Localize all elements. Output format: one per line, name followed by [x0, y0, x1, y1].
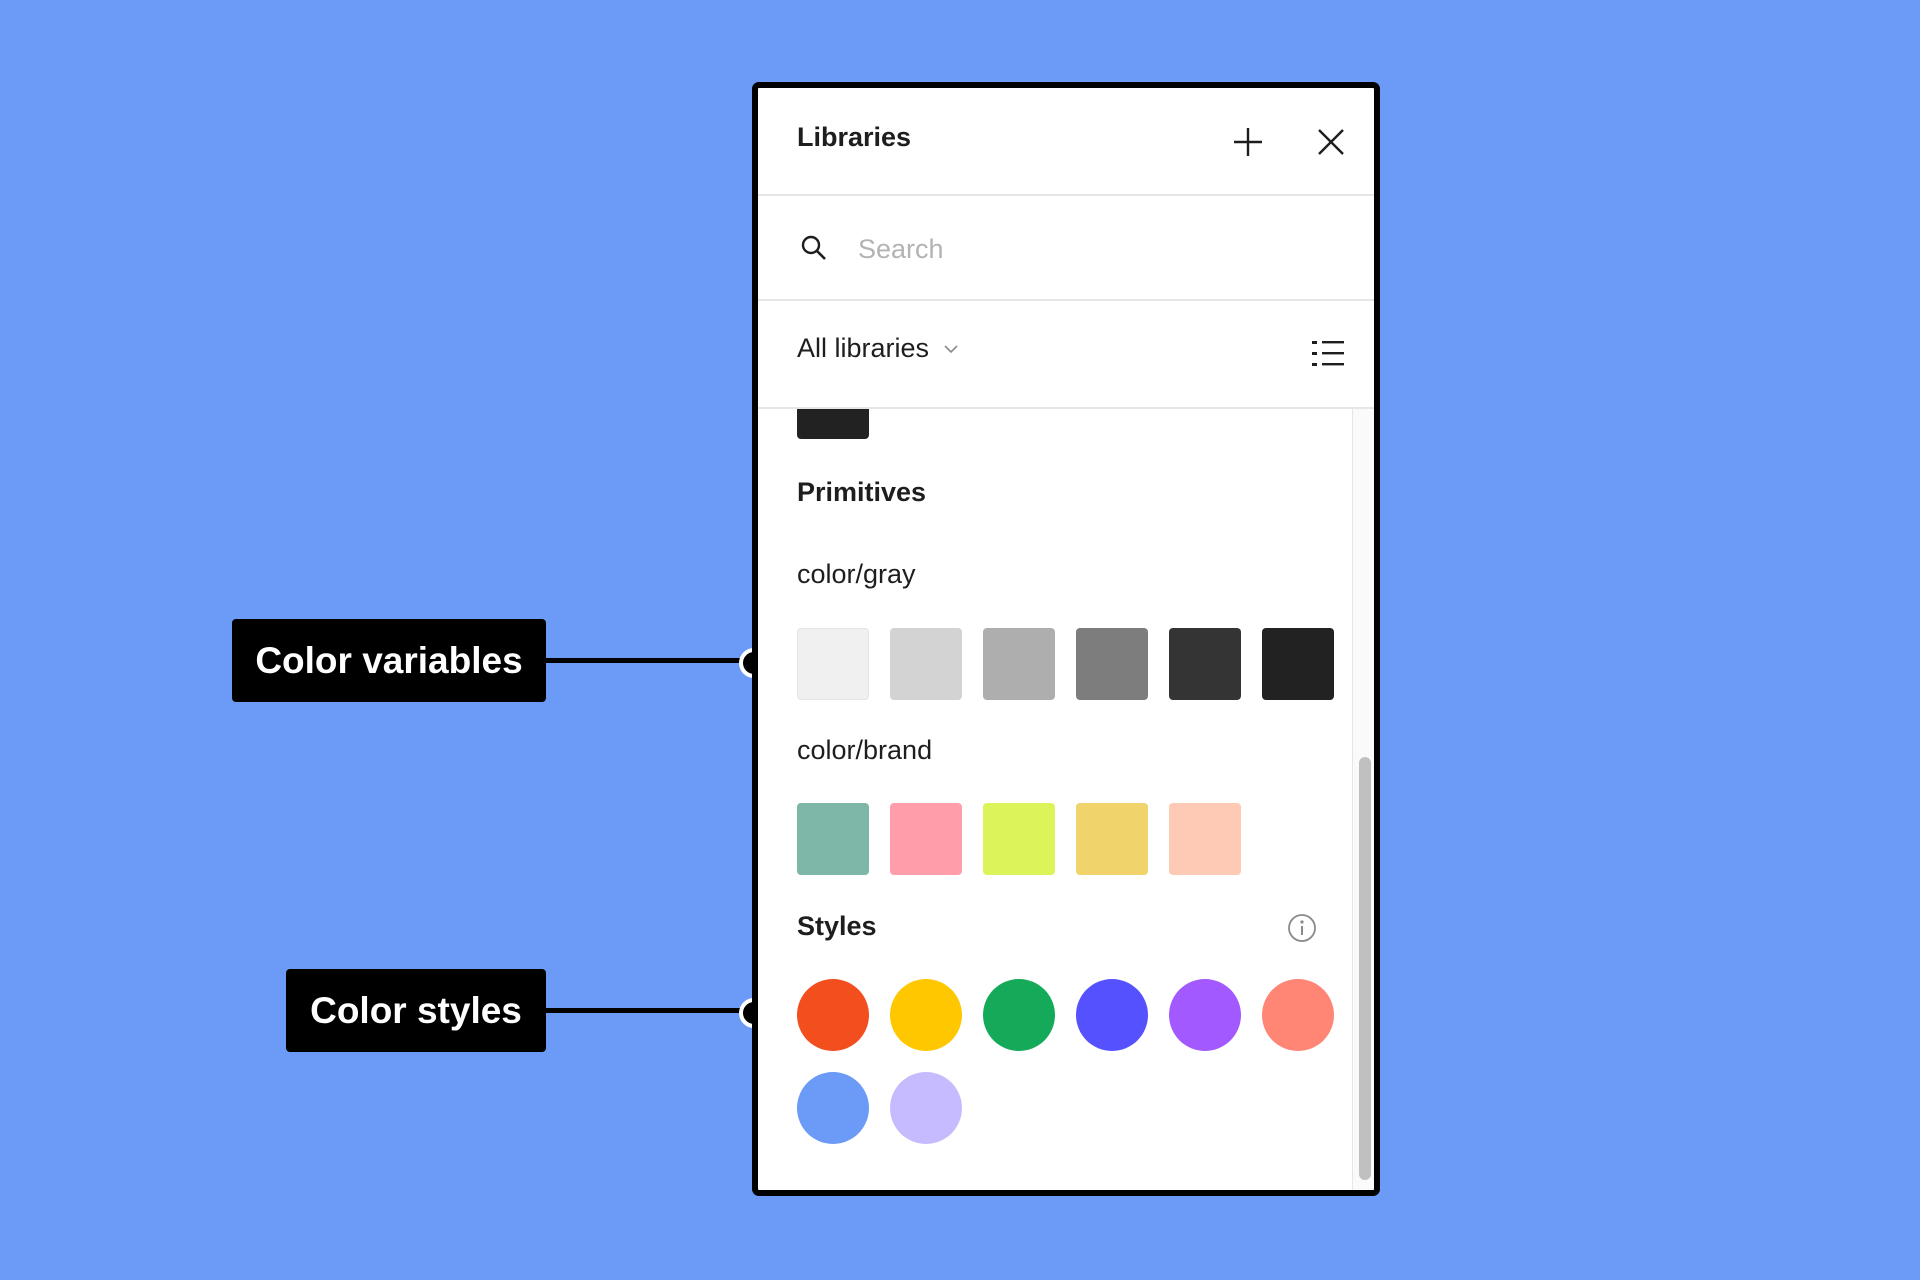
- color-variable-swatch[interactable]: [1076, 803, 1148, 875]
- group-title-brand: color/brand: [797, 735, 933, 765]
- scrollbar-track[interactable]: [1352, 409, 1374, 1190]
- library-filter-label: All libraries: [797, 333, 930, 363]
- color-variable-swatch[interactable]: [1169, 803, 1241, 875]
- panel-title: Libraries: [797, 122, 912, 152]
- callout-color-variables: Color variables: [232, 619, 546, 702]
- callout-color-styles: Color styles: [286, 969, 546, 1052]
- color-style-swatch[interactable]: [797, 1072, 869, 1144]
- close-button[interactable]: [1311, 122, 1351, 162]
- color-style-swatch[interactable]: [1262, 979, 1334, 1051]
- color-variable-swatch[interactable]: [890, 628, 962, 700]
- color-style-swatch[interactable]: [1169, 979, 1241, 1051]
- library-filter-dropdown[interactable]: All libraries: [797, 333, 959, 364]
- swatch-row-brand: [797, 803, 1241, 875]
- group-title-gray: color/gray: [797, 559, 916, 589]
- color-variable-swatch[interactable]: [1169, 628, 1241, 700]
- info-icon: [1288, 914, 1316, 942]
- color-variable-swatch[interactable]: [983, 628, 1055, 700]
- list-view-icon: [1312, 341, 1344, 366]
- library-content: Primitives color/gray color/brand Styles: [758, 409, 1352, 1190]
- plus-icon: [1234, 128, 1262, 156]
- style-color-grid: [797, 979, 1337, 1144]
- color-style-swatch[interactable]: [983, 979, 1055, 1051]
- color-variable-swatch[interactable]: [890, 803, 962, 875]
- color-variable-swatch[interactable]: [797, 628, 869, 700]
- section-title-styles: Styles: [797, 911, 877, 941]
- callout-connector: [546, 1008, 746, 1013]
- search-row: [758, 196, 1374, 301]
- callout-label: Color styles: [310, 989, 522, 1031]
- section-title-primitives: Primitives: [797, 477, 927, 507]
- list-view-toggle[interactable]: [1308, 333, 1348, 373]
- callout-label: Color variables: [255, 639, 523, 681]
- color-style-swatch[interactable]: [890, 1072, 962, 1144]
- swatch-row-gray: [797, 628, 1334, 700]
- chevron-down-icon: [944, 344, 958, 353]
- color-style-swatch[interactable]: [797, 979, 869, 1051]
- add-library-button[interactable]: [1228, 122, 1268, 162]
- search-input[interactable]: [856, 228, 1300, 270]
- styles-info-button[interactable]: [1286, 912, 1318, 949]
- color-variable-swatch[interactable]: [797, 803, 869, 875]
- filter-row: All libraries: [758, 301, 1374, 409]
- callout-connector: [546, 658, 746, 663]
- color-style-swatch[interactable]: [890, 979, 962, 1051]
- panel-header: Libraries: [758, 88, 1374, 196]
- color-swatch[interactable]: [797, 409, 869, 439]
- color-style-swatch[interactable]: [1076, 979, 1148, 1051]
- color-variable-swatch[interactable]: [983, 803, 1055, 875]
- libraries-panel: Libraries All libraries: [752, 82, 1380, 1196]
- color-variable-swatch[interactable]: [1076, 628, 1148, 700]
- search-icon: [801, 235, 826, 260]
- color-variable-swatch[interactable]: [1262, 628, 1334, 700]
- close-icon: [1318, 129, 1344, 155]
- scrollbar-thumb[interactable]: [1359, 757, 1371, 1180]
